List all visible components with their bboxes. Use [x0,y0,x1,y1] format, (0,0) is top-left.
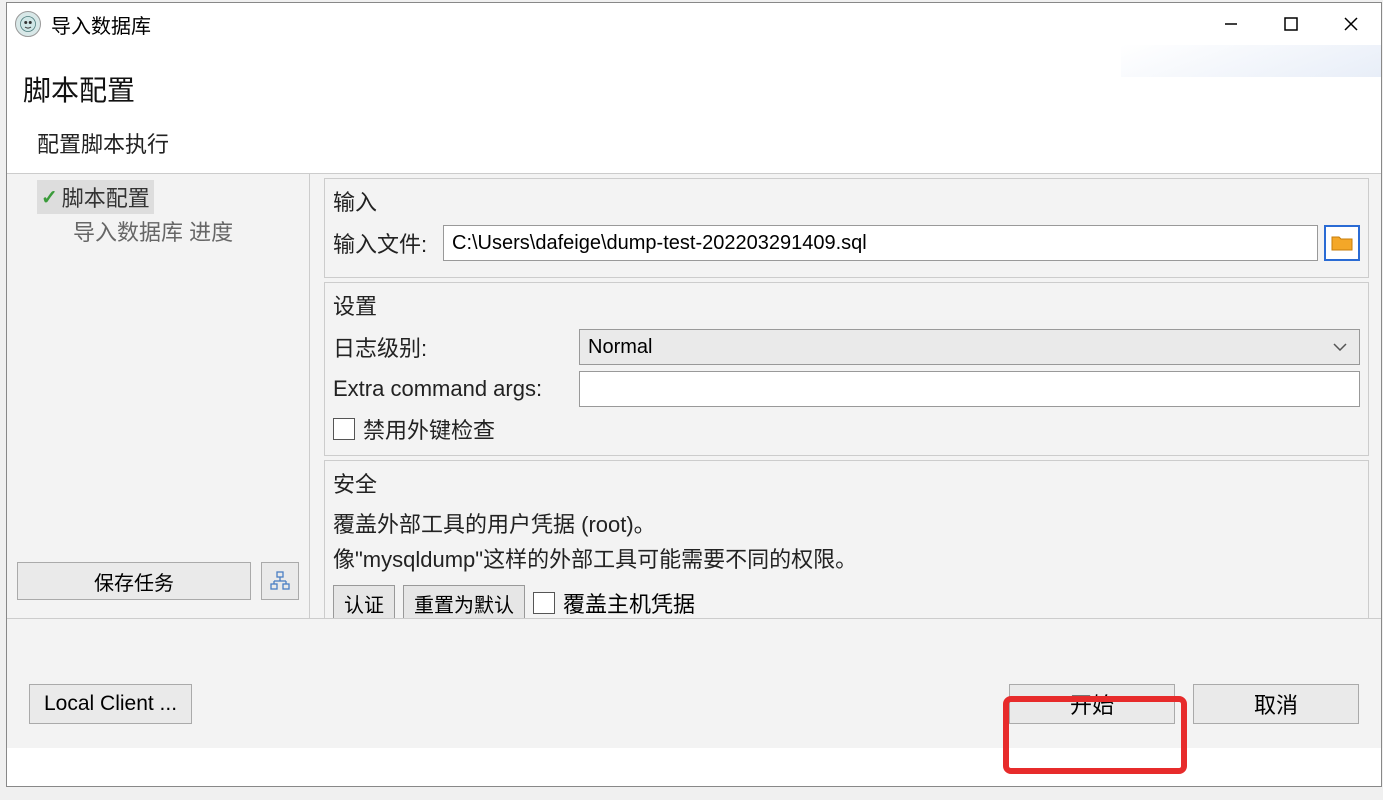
page-subtitle: 配置脚本执行 [23,127,1365,159]
security-group-title: 安全 [333,467,1360,499]
disable-fk-label: 禁用外键检查 [363,413,495,445]
nav-item-label: 脚本配置 [62,181,150,213]
save-task-button[interactable]: 保存任务 [17,562,251,600]
schema-icon [270,571,290,591]
override-host-label: 覆盖主机凭据 [563,587,695,618]
header-section: 脚本配置 配置脚本执行 [7,45,1381,173]
security-group: 安全 覆盖外部工具的用户凭据 (root)。 像"mysqldump"这样的外部… [324,460,1369,618]
maximize-icon [1283,16,1299,32]
input-group-title: 输入 [333,185,1360,217]
override-host-checkbox[interactable] [533,592,555,614]
settings-group-title: 设置 [333,289,1360,321]
folder-icon [1331,234,1353,252]
cancel-button[interactable]: 取消 [1193,684,1359,724]
security-line2: 像"mysqldump"这样的外部工具可能需要不同的权限。 [333,542,1360,577]
auth-button[interactable]: 认证 [333,585,395,618]
security-line1: 覆盖外部工具的用户凭据 (root)。 [333,507,1360,542]
settings-group: 设置 日志级别: Normal Extra command args: 禁用外键… [324,282,1369,456]
input-group: 输入 输入文件: [324,178,1369,278]
import-database-dialog: 导入数据库 脚本配置 配置脚本执行 ✓ 脚本配置 [6,2,1382,787]
nav-item-script-config[interactable]: ✓ 脚本配置 [37,180,154,214]
local-client-button[interactable]: Local Client ... [29,684,192,724]
content-pane: 输入 输入文件: 设置 日志级别: Normal [310,174,1381,618]
close-button[interactable] [1321,3,1381,45]
disable-fk-checkbox[interactable] [333,418,355,440]
maximize-button[interactable] [1261,3,1321,45]
schema-icon-button[interactable] [261,562,299,600]
footer: Local Client ... 开始 取消 [7,618,1381,748]
app-icon [15,11,41,37]
log-level-select[interactable]: Normal [579,329,1360,365]
window-title: 导入数据库 [51,10,151,39]
input-file-label: 输入文件: [333,227,443,259]
extra-args-label: Extra command args: [333,376,579,402]
nav-item-import-progress[interactable]: 导入数据库 进度 [37,214,309,248]
input-file-field[interactable] [443,225,1318,261]
check-icon: ✓ [41,185,58,210]
start-button[interactable]: 开始 [1009,684,1175,724]
titlebar: 导入数据库 [7,3,1381,45]
window-controls [1201,3,1381,45]
body-area: ✓ 脚本配置 导入数据库 进度 保存任务 [7,173,1381,618]
extra-args-field[interactable] [579,371,1360,407]
nav-bottom: 保存任务 [7,562,309,618]
minimize-button[interactable] [1201,3,1261,45]
log-level-label: 日志级别: [333,331,579,363]
nav-items: ✓ 脚本配置 导入数据库 进度 [7,174,309,562]
nav-item-label: 导入数据库 进度 [73,215,233,247]
minimize-icon [1223,16,1239,32]
reset-default-button[interactable]: 重置为默认 [403,585,525,618]
left-nav: ✓ 脚本配置 导入数据库 进度 保存任务 [7,174,310,618]
header-gradient [1121,45,1381,77]
close-icon [1343,16,1359,32]
browse-button[interactable] [1324,225,1360,261]
